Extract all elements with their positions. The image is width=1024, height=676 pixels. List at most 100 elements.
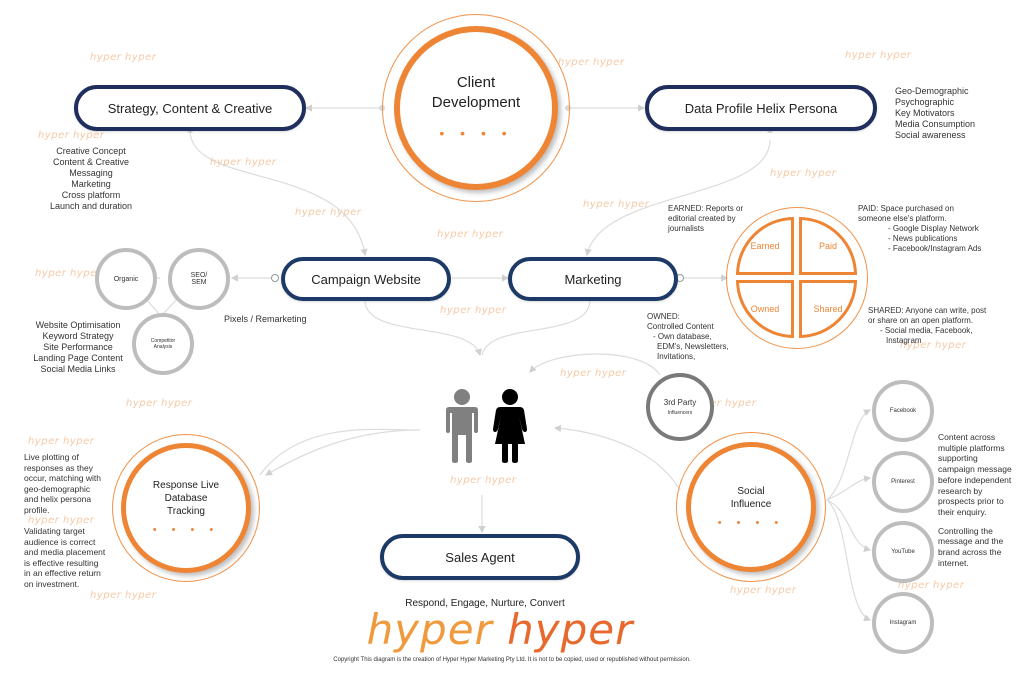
note-line: audience is correct (24, 536, 96, 547)
watermark: hyper hyper (450, 475, 517, 486)
third-party-influencers-node[interactable]: 3rd Party Influencers (646, 373, 714, 441)
link-people-response (264, 429, 421, 476)
copyright-text: Copyright This diagram is the creation o… (333, 657, 691, 663)
note-item: Invitations, (657, 352, 696, 361)
note-line: someone else's platform. (858, 214, 947, 223)
social-influence-node[interactable]: Social Influence • • • • (686, 442, 816, 572)
dots-decoration: • • • • (439, 125, 513, 141)
logo-word2: hyper (507, 605, 634, 654)
note-line: Landing Page Content (33, 353, 123, 363)
note-line: and helix persona (24, 494, 92, 504)
link-social-people (553, 424, 681, 491)
organic-node[interactable]: Organic (95, 248, 157, 310)
organic-label: Organic (113, 275, 139, 283)
client-development-line1: Client (456, 74, 496, 91)
note-line: research by (938, 485, 983, 496)
sales-agent-node[interactable]: Sales Agent (380, 534, 580, 580)
note-line: Site Performance (43, 342, 113, 352)
social-line2: Influence (730, 498, 772, 510)
logo-word1: hyper (366, 605, 493, 654)
campaign-website-node[interactable]: Campaign Website (281, 257, 451, 301)
marketing-node[interactable]: Marketing (508, 257, 678, 301)
note-line: Website Optimisation (35, 320, 121, 330)
watermark: hyper hyper (440, 305, 507, 316)
note-item: - Google Display Network (888, 224, 979, 233)
competitor-analysis-node[interactable]: Competitor Analysis (132, 313, 194, 375)
note-line: supporting (938, 453, 978, 464)
note-line: Creative Concept (56, 146, 126, 156)
note-line: or share on an open platform. (868, 316, 973, 325)
social-notes: Content across multiple platforms suppor… (938, 432, 1012, 568)
response-tracking-node[interactable]: Response Live Database Tracking • • • • (121, 443, 251, 573)
note-line: Content & Creative (52, 157, 130, 167)
watermark: hyper hyper (90, 590, 157, 601)
note-line: responses as they (24, 462, 93, 473)
paid-label: Paid (818, 241, 837, 251)
paid-note: PAID: Space purchased on someone else's … (858, 204, 981, 254)
note-line: Key Motivators (895, 108, 955, 118)
pinterest-node[interactable]: Pinterest (872, 451, 934, 513)
profile-notes: Geo-Demographic Psychographic Key Motiva… (895, 86, 975, 141)
note-line: is effective resulting (24, 557, 99, 568)
note-line: journalists (668, 224, 705, 233)
strategy-content-creative-node[interactable]: Strategy, Content & Creative (74, 85, 306, 131)
dots-decoration: • • • • (717, 516, 785, 529)
note-item: - Own database, (653, 332, 712, 341)
shared-note: SHARED: Anyone can write, post or share … (868, 306, 986, 346)
note-line: EARNED: Reports or (668, 204, 744, 213)
owned-note: OWNED: Controlled Content - Own database… (647, 312, 729, 362)
watermark: hyper hyper (437, 229, 504, 240)
watermark: hyper hyper (558, 57, 625, 68)
note-line: prospects prior to (938, 496, 1004, 507)
client-development-node[interactable]: Client Development • • • • (394, 26, 558, 190)
watermark: hyper hyper (730, 585, 797, 596)
response-line2: Database (164, 493, 208, 504)
note-line: Geo-Demographic (895, 86, 969, 96)
youtube-node[interactable]: YouTube (872, 521, 934, 583)
response-notes: Live plotting of responses as they occur… (24, 452, 105, 589)
note-line: Media Consumption (895, 119, 976, 129)
note-line: before independent (938, 474, 1012, 485)
note-line: Launch and duration (49, 201, 133, 211)
note-item: - Social media, Facebook, (880, 326, 973, 335)
note-line: brand across the (938, 547, 1002, 558)
earned-label: Earned (750, 241, 780, 251)
instagram-label: Instagram (889, 620, 917, 626)
seo-sem-node[interactable]: SEO/SEM (168, 248, 230, 310)
client-development-line2: Development (431, 94, 521, 111)
marketing-label: Marketing (564, 271, 622, 287)
watermark: hyper hyper (35, 268, 102, 279)
note-line: Social Media Links (40, 364, 116, 374)
youtube-label: YouTube (891, 549, 915, 555)
note-item: - Facebook/Instagram Ads (888, 244, 982, 253)
note-line: Content across (938, 432, 996, 442)
website-notes: Website Optimisation Keyword Strategy Si… (28, 320, 128, 375)
earned-note: EARNED: Reports or editorial created by … (668, 204, 743, 234)
pinterest-label: Pinterest (891, 479, 915, 485)
note-item: - News publications (888, 234, 958, 243)
instagram-node[interactable]: Instagram (872, 592, 934, 654)
watermark: hyper hyper (126, 398, 193, 409)
watermark: hyper hyper (295, 207, 362, 218)
note-line: Controlling the (938, 525, 993, 536)
data-profile-helix-persona-node[interactable]: Data Profile Helix Persona (645, 85, 877, 131)
watermark: hyper hyper (560, 368, 627, 379)
note-line: Messaging (69, 168, 113, 178)
link-response-people (259, 428, 411, 476)
facebook-node[interactable]: Facebook (872, 380, 934, 442)
note-line: geo-demographic (24, 483, 91, 494)
third-party-label: 3rd Party Influencers (663, 398, 697, 416)
note-line: occur, matching with (24, 473, 102, 483)
watermark: hyper hyper (770, 168, 837, 179)
note-line: Cross platform (61, 190, 121, 200)
female-person-icon (493, 389, 527, 463)
note-line: SHARED: Anyone can write, post (868, 306, 987, 315)
note-line: Validating target (24, 526, 85, 536)
strategy-label: Strategy, Content & Creative (107, 100, 273, 116)
owned-label: Owned (750, 304, 780, 314)
campaign-website-label: Campaign Website (311, 271, 421, 287)
watermark: hyper hyper (210, 157, 277, 168)
competitor-analysis-label: Competitor Analysis (150, 338, 176, 350)
note-line: internet. (938, 557, 969, 568)
note-line: in an effective return (24, 568, 101, 578)
